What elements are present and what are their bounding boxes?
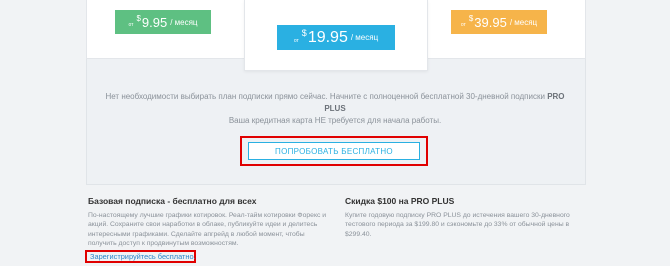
discount-text: Купите годовую подписку PRO PLUS до исте… (345, 212, 570, 238)
price-from-label: от (293, 37, 299, 44)
basic-subscription-section: Базовая подписка - бесплатно для всех По… (88, 196, 328, 248)
price-currency: $ (136, 13, 141, 23)
discount-title: Скидка $100 на PRO PLUS (345, 196, 455, 206)
discount-section: Скидка $100 на PRO PLUS Купите годовую п… (345, 196, 575, 239)
register-free-link[interactable]: Зарегистрируйтесь бесплатно. (90, 252, 196, 262)
price-amount: 19.95 (307, 28, 348, 46)
price-from-label: от (460, 22, 466, 28)
price-period: / месяц (509, 17, 538, 27)
price-currency: $ (468, 13, 474, 23)
price-amount: 39.95 (474, 14, 507, 30)
price-from-label: от (128, 22, 134, 28)
basic-subscription-title: Базовая подписка - бесплатно для всех (88, 196, 257, 206)
plan-price-button-mid[interactable]: от $ 19.95 / месяц (277, 25, 395, 50)
plan-price-button-right[interactable]: от $ 39.95 / месяц (451, 10, 547, 34)
plan-price-button-left[interactable]: от $ 9.95 / месяц (115, 10, 211, 34)
price-period: / месяц (170, 17, 198, 27)
price-currency: $ (301, 27, 307, 38)
basic-subscription-text: По-настоящему лучшие графики котировок. … (88, 212, 327, 247)
price-amount: 9.95 (141, 14, 168, 30)
try-free-button[interactable]: ПОПРОБОВАТЬ БЕСПЛАТНО (248, 142, 420, 160)
trial-info: Нет необходимости выбирать план подписки… (100, 91, 570, 127)
price-period: / месяц (350, 33, 379, 42)
trial-info-line2: Ваша кредитная карта НЕ требуется для на… (228, 116, 442, 125)
trial-info-line1: Нет необходимости выбирать план подписки… (105, 92, 545, 101)
